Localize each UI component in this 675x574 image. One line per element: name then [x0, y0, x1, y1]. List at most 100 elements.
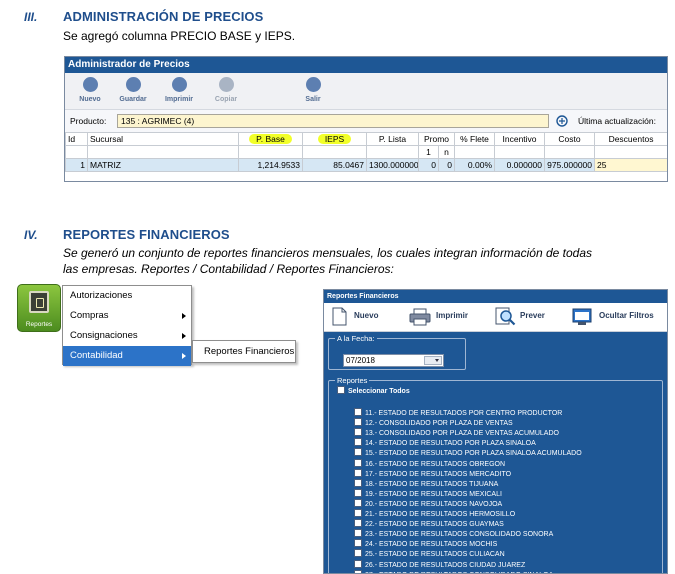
report-checkbox-item[interactable]: 14.- ESTADO DE RESULTADO POR PLAZA SINAL…: [354, 438, 536, 448]
report-checkbox-item[interactable]: 25.- ESTADO DE RESULTADOS CULIACAN: [354, 549, 505, 559]
checkbox-icon: [354, 549, 362, 558]
menu-item-contabilidad[interactable]: Contabilidad: [63, 346, 191, 366]
date-picker[interactable]: 07/2018: [343, 354, 444, 367]
refresh-icon[interactable]: [556, 115, 568, 127]
promo-sub-header: n: [437, 145, 456, 159]
checkbox-icon: [337, 386, 345, 394]
product-bar: Producto: 135 : AGRIMEC (4) Última actua…: [65, 110, 667, 132]
new-document-icon: [332, 307, 347, 326]
menu-item-autorizaciones[interactable]: Autorizaciones: [63, 286, 191, 306]
column-header[interactable]: Id: [65, 132, 88, 146]
calendar-dropdown-icon[interactable]: [424, 356, 442, 365]
report-checkbox-item[interactable]: 11.- ESTADO DE RESULTADOS POR CENTRO PRO…: [354, 408, 562, 418]
preview-button[interactable]: Prever: [520, 311, 545, 320]
checkbox-icon: [354, 448, 362, 457]
report-checkbox-item[interactable]: 22.- ESTADO DE RESULTADOS GUAYMAS: [354, 519, 504, 529]
column-header[interactable]: Sucursal: [87, 132, 239, 146]
save-button[interactable]: Guardar: [113, 75, 153, 108]
checkbox-icon: [354, 418, 362, 427]
column-header[interactable]: Costo: [544, 132, 596, 146]
report-checkbox-item[interactable]: 21.- ESTADO DE RESULTADOS HERMOSILLO: [354, 509, 515, 519]
copy-button[interactable]: Copiar: [206, 75, 246, 108]
print-button[interactable]: Imprimir: [436, 311, 468, 320]
last-update-label: Última actualización:: [578, 116, 656, 126]
column-header[interactable]: P. Base: [238, 132, 303, 146]
checkbox-icon: [354, 468, 362, 477]
report-checkbox-item[interactable]: 16.- ESTADO DE RESULTADOS OBREGON: [354, 458, 505, 469]
checkbox-icon: [354, 498, 362, 507]
checkbox-icon: [354, 569, 362, 573]
menu-item-compras[interactable]: Compras: [63, 306, 191, 326]
print-icon: [409, 308, 431, 326]
checkbox-icon: [354, 509, 362, 517]
toolbar: Nuevo Imprimir Prever Ocultar Filtros: [324, 303, 667, 332]
checkbox-icon: [354, 458, 362, 467]
product-field[interactable]: 135 : AGRIMEC (4): [117, 114, 549, 128]
financial-reports-window: Reportes Financieros Nuevo Imprimir Prev…: [323, 289, 668, 574]
print-button[interactable]: Imprimir: [159, 75, 199, 108]
report-checkbox-item[interactable]: 12.- CONSOLIDADO POR PLAZA DE VENTAS: [354, 418, 513, 428]
prices-grid: Id Sucursal P. Base IEPS P. Lista Promo …: [65, 132, 667, 172]
section-title: REPORTES FINANCIEROS: [63, 227, 230, 242]
table-row[interactable]: 1 MATRIZ 1,214.9533 85.0467 1300.000000 …: [65, 158, 667, 172]
reports-group-label: Reportes: [335, 376, 370, 385]
report-checkbox-item[interactable]: 15.- ESTADO DE RESULTADO POR PLAZA SINAL…: [354, 448, 582, 458]
date-label: A la Fecha:: [335, 334, 377, 343]
window-title: Administrador de Precios: [65, 57, 667, 73]
checkbox-icon: [354, 408, 362, 416]
report-checkbox-item[interactable]: 17.- ESTADO DE RESULTADOS MERCADITO: [354, 468, 511, 479]
report-checkbox-item[interactable]: 24.- ESTADO DE RESULTADOS MOCHIS: [354, 539, 497, 549]
column-header[interactable]: P. Lista: [366, 132, 419, 146]
report-checkbox-item[interactable]: 18.- ESTADO DE RESULTADOS TIJUANA: [354, 478, 498, 489]
reports-app-icon[interactable]: Reportes: [17, 284, 61, 332]
date-group: A la Fecha: 07/2018: [328, 334, 466, 370]
report-checkbox-item[interactable]: 20.- ESTADO DE RESULTADOS NAVOJOA: [354, 498, 502, 509]
report-checkbox-item[interactable]: 23.- ESTADO DE RESULTADOS CONSOLIDADO SO…: [354, 529, 553, 539]
reports-menu: Autorizaciones Compras Consignaciones Co…: [62, 285, 192, 366]
report-checkbox-item[interactable]: 13.- CONSOLIDADO POR PLAZA DE VENTAS ACU…: [354, 428, 559, 438]
checkbox-icon: [354, 539, 362, 548]
window-title: Reportes Financieros: [324, 290, 667, 303]
section-description: las empresas. Reportes / Contabilidad / …: [63, 262, 394, 276]
checkbox-icon: [354, 529, 362, 538]
column-header[interactable]: Promo: [417, 132, 456, 146]
chevron-right-icon: [182, 353, 186, 359]
checkbox-icon: [354, 519, 362, 528]
column-header[interactable]: Descuentos: [594, 132, 667, 146]
checkbox-icon: [354, 438, 362, 447]
chevron-right-icon: [182, 333, 186, 339]
new-button[interactable]: Nuevo: [70, 75, 110, 108]
print-icon: [171, 77, 187, 92]
product-label: Producto:: [70, 116, 107, 126]
hide-filters-button[interactable]: Ocultar Filtros: [599, 311, 654, 320]
select-all-checkbox[interactable]: Seleccionar Todos: [337, 386, 410, 396]
menu-item-consignaciones[interactable]: Consignaciones: [63, 326, 191, 346]
new-icon: [82, 77, 98, 92]
copy-icon: [218, 77, 234, 92]
report-checkbox-item[interactable]: 27.- ESTADO DE RESULTADOS CONSOLIDADO SI…: [354, 569, 553, 573]
checkbox-icon: [354, 428, 362, 437]
new-button[interactable]: Nuevo: [354, 311, 378, 320]
section-description: Se agregó columna PRECIO BASE y IEPS.: [63, 29, 296, 43]
section-number: III.: [24, 10, 38, 24]
price-admin-window: Administrador de Precios Nuevo Guardar I…: [64, 56, 668, 182]
section-number: IV.: [24, 228, 38, 242]
hide-filters-icon: [572, 308, 592, 325]
exit-button[interactable]: Salir: [293, 75, 333, 108]
chevron-right-icon: [182, 313, 186, 319]
exit-icon: [305, 77, 321, 92]
section-description: Se generó un conjunto de reportes financ…: [63, 246, 592, 260]
preview-icon: [495, 307, 516, 326]
column-header[interactable]: IEPS: [302, 132, 367, 146]
report-checkbox-item[interactable]: 26.- ESTADO DE RESULTADOS CIUDAD JUAREZ: [354, 559, 525, 570]
checkbox-icon: [354, 488, 362, 497]
checkbox-icon: [354, 559, 362, 568]
toolbar: Nuevo Guardar Imprimir Copiar Salir: [65, 73, 667, 110]
section-title: ADMINISTRACIÓN DE PRECIOS: [63, 9, 264, 24]
submenu-item-reportes-financieros[interactable]: Reportes Financieros: [192, 340, 296, 363]
checkbox-icon: [354, 478, 362, 487]
column-header[interactable]: Incentivo: [494, 132, 546, 146]
column-header[interactable]: % Flete: [454, 132, 496, 146]
safe-icon: [29, 291, 49, 313]
report-checkbox-item[interactable]: 19.- ESTADO DE RESULTADOS MEXICALI: [354, 488, 502, 499]
